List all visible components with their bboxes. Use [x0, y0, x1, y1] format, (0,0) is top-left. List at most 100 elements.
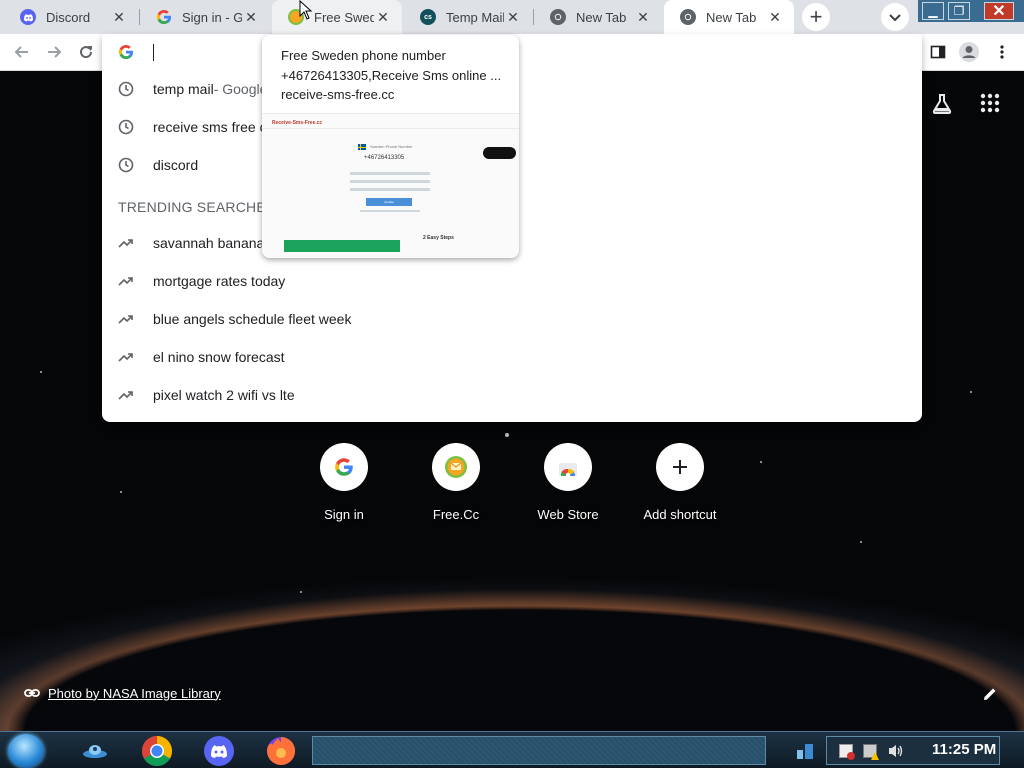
close-icon[interactable]: ✕	[634, 8, 652, 26]
suggestion-text: el nino snow forecast	[153, 349, 285, 365]
receive-sms-icon	[432, 443, 480, 491]
tab-title: Discord	[46, 9, 91, 25]
forward-button[interactable]	[42, 40, 66, 64]
thumb-logo: Receive-Sms-Free.cc	[272, 120, 323, 126]
shortcut-free-cc[interactable]: Free.Cc	[400, 443, 512, 533]
suggestion-trending[interactable]: mortgage rates today	[102, 262, 922, 300]
taskbar-clock[interactable]: 11:25 PM	[932, 741, 996, 758]
photo-credit-label: Photo by NASA Image Library	[48, 685, 221, 701]
suggestion-text: blue angels schedule fleet week	[153, 311, 352, 327]
taskbar-running-app[interactable]	[312, 736, 766, 765]
sweden-flag-icon	[358, 144, 366, 150]
close-icon[interactable]: ✕	[110, 8, 128, 26]
suggestion-text: temp mail	[153, 81, 214, 97]
shortcut-web-store[interactable]: Web Store	[512, 443, 624, 533]
close-icon[interactable]: ✕	[374, 8, 392, 26]
thumb-number: +46726413305	[364, 155, 405, 161]
tab-free-sweden[interactable]: Free Sweden ✕	[272, 0, 402, 34]
thumb-section: 2 Easy Steps	[423, 235, 454, 241]
history-clock-icon	[118, 157, 134, 173]
firefox-icon[interactable]	[254, 734, 308, 767]
avatar-icon	[959, 42, 979, 62]
suggestion-text: receive sms free c	[153, 119, 267, 135]
web-store-icon	[544, 443, 592, 491]
hover-card-title: Free Sweden phone number +46726413305,Re…	[281, 48, 502, 83]
minimize-button[interactable]: ▁	[922, 2, 944, 20]
suggestion-subtext: - Google	[213, 81, 268, 97]
close-icon[interactable]: ✕	[242, 8, 260, 26]
tab-temp-mail[interactable]: cs Temp Mail - ✕	[404, 0, 532, 34]
alien-app-icon[interactable]	[68, 734, 122, 767]
close-icon[interactable]: ✕	[766, 8, 784, 26]
shortcut-sign-in[interactable]: Sign in	[288, 443, 400, 533]
tab-title: Free Sweden	[314, 9, 374, 25]
power-icon[interactable]	[863, 744, 879, 760]
google-g-icon	[118, 45, 133, 60]
tab-discord[interactable]: Discord ✕	[4, 0, 138, 34]
back-button[interactable]	[10, 40, 34, 64]
customize-button[interactable]	[982, 686, 1002, 706]
suggestion-text: discord	[153, 157, 199, 173]
tab-title: New Tab	[576, 9, 627, 25]
volume-icon[interactable]	[887, 743, 905, 759]
shortcut-label: Web Store	[537, 507, 599, 522]
trending-arrow-icon	[118, 387, 134, 403]
history-clock-icon	[118, 119, 134, 135]
chrome-icon[interactable]	[130, 734, 184, 767]
action-center-icon[interactable]	[839, 744, 855, 760]
forward-arrow-icon	[48, 46, 62, 58]
tab-title: New Tab	[706, 9, 757, 25]
discord-icon	[20, 9, 36, 25]
tab-new-tab[interactable]: New Tab ✕	[534, 0, 662, 34]
tab-strip: Discord ✕ Sign in - Goo ✕ Free Sweden ✕ …	[0, 0, 1024, 34]
tab-new-tab-active[interactable]: New Tab ✕	[664, 0, 794, 34]
shortcut-label: Free.Cc	[432, 507, 480, 522]
shortcut-label: Sign in	[324, 507, 364, 522]
shortcut-label: Add shortcut	[643, 507, 717, 522]
menu-button[interactable]	[990, 40, 1014, 64]
trending-header: TRENDING SEARCHES	[118, 199, 276, 215]
plus-icon	[656, 443, 704, 491]
tab-title: Sign in - Goo	[182, 9, 242, 25]
shortcut-add[interactable]: Add shortcut	[624, 443, 736, 533]
suggestion-trending[interactable]: blue angels schedule fleet week	[102, 300, 922, 338]
mouse-cursor-icon	[299, 0, 313, 20]
profile-button[interactable]	[957, 40, 981, 64]
restore-button[interactable]: ❐	[948, 2, 970, 20]
window-controls: ▁ ❐ ✕	[918, 0, 1024, 22]
new-tab-button[interactable]: +	[802, 3, 830, 31]
plus-icon: +	[809, 4, 823, 29]
reload-button[interactable]	[74, 40, 98, 64]
google-g-icon	[156, 9, 172, 25]
suggestion-text: mortgage rates today	[153, 273, 286, 289]
thumb-heading: Sweden Phone Number	[370, 144, 413, 149]
suggestion-trending[interactable]: el nino snow forecast	[102, 338, 922, 376]
tab-sign-in[interactable]: Sign in - Goo ✕	[140, 0, 270, 34]
discord-icon[interactable]	[192, 734, 246, 767]
tab-search-button[interactable]	[881, 3, 909, 31]
page-preview-thumbnail: Receive-Sms-Free.cc Sweden Phone Number …	[262, 113, 519, 258]
trending-arrow-icon	[118, 349, 134, 365]
side-panel-button[interactable]	[926, 40, 950, 64]
text-cursor	[153, 44, 154, 61]
pencil-icon	[984, 688, 996, 700]
tab-hover-card: Free Sweden phone number +46726413305,Re…	[262, 35, 519, 258]
trending-arrow-icon	[118, 235, 134, 251]
suggestion-text: pixel watch 2 wifi vs lte	[153, 387, 295, 403]
temp-mail-icon: cs	[420, 9, 436, 25]
close-icon[interactable]: ✕	[504, 8, 522, 26]
start-button[interactable]	[8, 734, 44, 768]
chrome-icon	[680, 9, 696, 25]
kebab-menu-icon	[1000, 45, 1004, 59]
screen: Discord ✕ Sign in - Goo ✕ Free Sweden ✕ …	[0, 0, 1024, 768]
chevron-down-icon	[889, 14, 901, 22]
chrome-labs-icon[interactable]	[930, 92, 954, 116]
photo-credit-link[interactable]: Photo by NASA Image Library	[24, 685, 221, 701]
suggestion-trending[interactable]: pixel watch 2 wifi vs lte	[102, 376, 922, 414]
trending-arrow-icon	[118, 311, 134, 327]
google-apps-icon[interactable]	[980, 93, 1000, 113]
trending-arrow-icon	[118, 273, 134, 289]
close-window-button[interactable]: ✕	[984, 2, 1014, 20]
tab-title: Temp Mail -	[446, 9, 504, 25]
network-icon[interactable]	[788, 734, 822, 767]
